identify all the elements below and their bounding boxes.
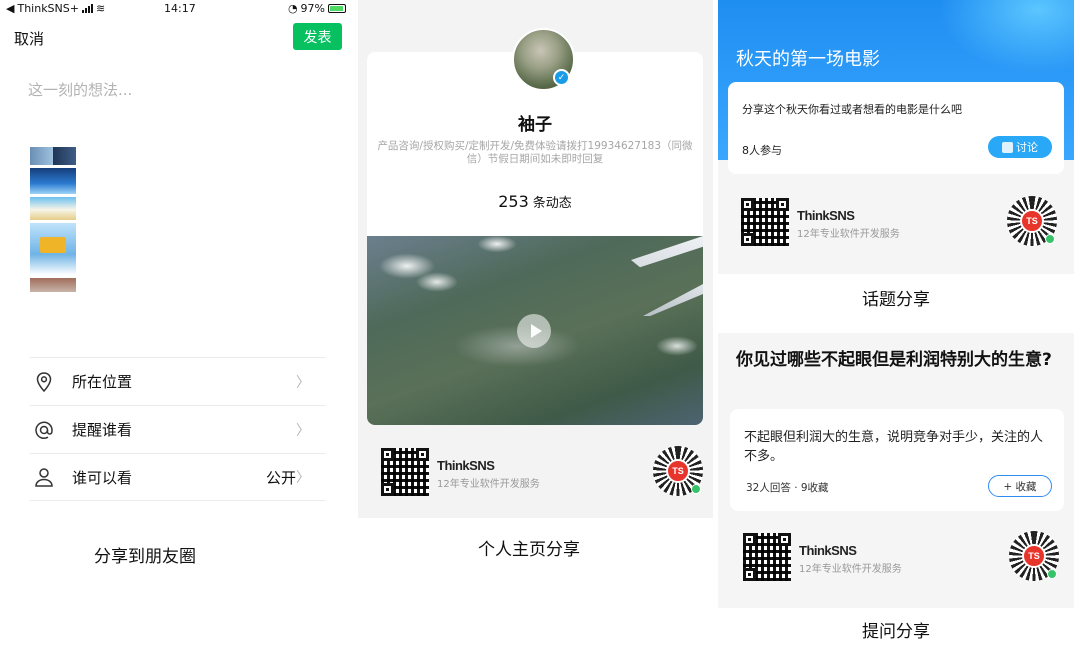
brand-name: ThinkSNS [799, 543, 857, 558]
brand-slogan: 12年专业软件开发服务 [797, 229, 900, 240]
carrier-label: ThinkSNS+ [17, 2, 79, 15]
brand-name: ThinkSNS [437, 458, 495, 473]
battery-icon [328, 4, 346, 13]
profile-share-panel: ✓ 袖子 产品咨询/授权购买/定制开发/免费体验请拨打19934627183（同… [358, 0, 713, 518]
battery-percent: 97% [300, 2, 325, 15]
menu-item-location[interactable]: 所在位置 〉 [30, 357, 326, 405]
answer-text: 不起眼但利润大的生意，说明竞争对手少，关注的人不多。 [744, 430, 1044, 464]
status-bar: ◀ ThinkSNS+ ≋ 14:17 ◔ 97% [0, 0, 352, 18]
discuss-button[interactable]: 讨论 [988, 136, 1052, 158]
thought-input[interactable]: 这一刻的想法... [28, 79, 132, 100]
video-thumbnail[interactable] [367, 236, 703, 425]
discuss-label: 讨论 [1016, 141, 1038, 154]
chevron-right-icon: 〉 [296, 422, 310, 439]
profile-name: 袖子 [518, 115, 552, 135]
topic-participants: 8人参与 [742, 144, 782, 157]
alarm-icon: ◔ [287, 2, 298, 15]
topic-question: 分享这个秋天你看过或者想看的电影是什么吧 [742, 103, 962, 116]
status-time: 14:17 [164, 2, 196, 15]
answer-card: 不起眼但利润大的生意，说明竞争对手少，关注的人不多。 32人回答 · 9收藏 +… [730, 409, 1064, 511]
question-share-panel: 你见过哪些不起眼但是利润特别大的生意? 不起眼但利润大的生意，说明竞争对手少，关… [718, 333, 1074, 608]
mini-program-code: TS [1007, 196, 1057, 246]
chevron-right-icon: 〉 [296, 374, 310, 391]
menu-item-label: 谁可以看 [72, 468, 133, 487]
post-count: 253 条动态 [367, 192, 703, 211]
brand-footer: ThinkSNS 12年专业软件开发服务 TS [381, 446, 703, 500]
topic-share-panel: 秋天的第一场电影 分享这个秋天你看过或者想看的电影是什么吧 8人参与 讨论 Th… [718, 0, 1074, 274]
menu-item-label: 所在位置 [72, 373, 133, 391]
verified-badge-icon: ✓ [553, 69, 570, 86]
qr-code [741, 198, 789, 246]
post-count-unit: 条动态 [532, 196, 572, 211]
share-image-thumbnail[interactable] [30, 147, 76, 295]
menu-item-visibility[interactable]: 谁可以看 公开 〉 [30, 453, 326, 501]
moments-options-list: 所在位置 〉 提醒谁看 〉 谁可以看 公开 〉 [30, 357, 326, 501]
qr-code [743, 533, 791, 581]
person-icon [34, 467, 54, 487]
profile-bio: 产品咨询/授权购买/定制开发/免费体验请拨打19934627183（同微信）节假… [377, 140, 693, 165]
profile-card: ✓ 袖子 产品咨询/授权购买/定制开发/免费体验请拨打19934627183（同… [367, 28, 703, 425]
wifi-icon: ≋ [95, 2, 106, 15]
question-meta: 32人回答 · 9收藏 [746, 482, 829, 494]
brand-slogan: 12年专业软件开发服务 [437, 479, 540, 490]
ts-logo-icon: TS [666, 459, 690, 483]
post-count-number: 253 [498, 192, 529, 211]
ts-logo-icon: TS [1022, 544, 1046, 568]
publish-button[interactable]: 发表 [293, 23, 342, 50]
mini-program-code: TS [1009, 531, 1059, 581]
play-icon[interactable] [517, 314, 551, 348]
brand-slogan: 12年专业软件开发服务 [799, 564, 902, 575]
caption-profile: 个人主页分享 [478, 540, 580, 560]
location-pin-icon [34, 371, 54, 392]
brand-footer: ThinkSNS 12年专业软件开发服务 TS [741, 196, 1063, 250]
topic-card: 分享这个秋天你看过或者想看的电影是什么吧 8人参与 讨论 [728, 82, 1064, 174]
chevron-right-icon: 〉 [296, 470, 310, 486]
cancel-button[interactable]: 取消 [14, 28, 44, 49]
caption-topic: 话题分享 [862, 290, 930, 310]
visibility-value: 公开 [265, 468, 296, 487]
question-title: 你见过哪些不起眼但是利润特别大的生意? [736, 350, 1052, 370]
caption-question: 提问分享 [862, 622, 930, 642]
check-badge-icon [1047, 569, 1057, 579]
ts-logo-icon: TS [1020, 209, 1044, 233]
check-badge-icon [691, 484, 701, 494]
at-sign-icon [34, 420, 54, 440]
caption-moments: 分享到朋友圈 [94, 547, 196, 567]
back-arrow-icon[interactable]: ◀ [6, 2, 14, 15]
qr-code [381, 448, 429, 496]
topic-title: 秋天的第一场电影 [736, 49, 880, 70]
brand-name: ThinkSNS [797, 208, 855, 223]
signal-icon [81, 4, 93, 13]
chat-icon [1002, 141, 1013, 153]
brand-footer: ThinkSNS 12年专业软件开发服务 TS [743, 531, 1065, 585]
check-badge-icon [1045, 234, 1055, 244]
menu-item-label: 提醒谁看 [72, 421, 133, 439]
mini-program-code: TS [653, 446, 703, 496]
favorite-button[interactable]: + 收藏 [988, 475, 1052, 497]
menu-item-mention[interactable]: 提醒谁看 〉 [30, 405, 326, 453]
